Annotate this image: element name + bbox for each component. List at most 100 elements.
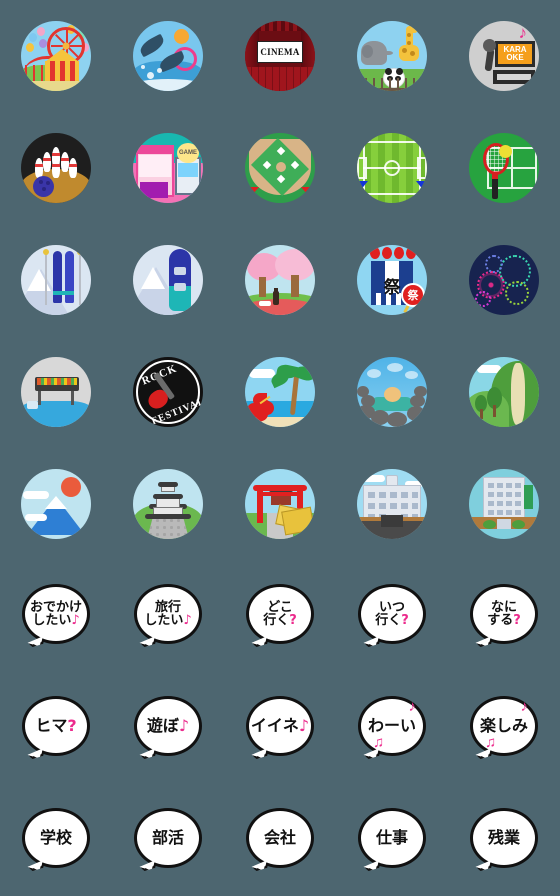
baseball-disc [245, 133, 315, 203]
sticker-cell[interactable] [224, 448, 336, 560]
karaoke-icon[interactable]: ♪ KARA OKE [469, 21, 539, 91]
ski-icon[interactable] [21, 245, 91, 315]
tennis-court-icon[interactable] [469, 133, 539, 203]
sticker-cell[interactable]: 遊ぼ♪ [112, 672, 224, 784]
bubble-body: ヒマ? [22, 696, 90, 756]
zoo-icon[interactable] [357, 21, 427, 91]
bubble-nani-suru[interactable]: なに する? [469, 581, 539, 651]
sticker-cell[interactable]: 学校 [0, 784, 112, 896]
sticker-cell[interactable] [448, 336, 560, 448]
sticker-cell[interactable]: GAME [112, 112, 224, 224]
matsuri-festival-icon[interactable]: 祭 祭 [357, 245, 427, 315]
bubble-gakkou[interactable]: 学校 [21, 805, 91, 875]
sticker-cell[interactable] [224, 336, 336, 448]
sticker-cell[interactable]: CINEMA [224, 0, 336, 112]
bbq-icon[interactable] [21, 357, 91, 427]
sticker-cell[interactable] [448, 112, 560, 224]
sticker-cell[interactable] [112, 448, 224, 560]
sticker-cell[interactable] [336, 448, 448, 560]
sticker-cell[interactable]: 会社 [224, 784, 336, 896]
sticker-cell[interactable]: 仕事 [336, 784, 448, 896]
sticker-cell[interactable]: 楽しみ ♪ ♫ [448, 672, 560, 784]
sticker-cell[interactable] [336, 112, 448, 224]
soccer-field-icon[interactable] [357, 133, 427, 203]
bubble-odekake-shitai[interactable]: おでかけ したい♪ [21, 581, 91, 651]
sticker-cell[interactable]: 旅行 したい♪ [112, 560, 224, 672]
sticker-cell[interactable]: ROCK FESTIVAL [112, 336, 224, 448]
music-note-icon: ♪ [520, 698, 529, 715]
amusement-park-icon[interactable] [21, 21, 91, 91]
sticker-cell[interactable] [0, 336, 112, 448]
sticker-cell[interactable]: イイネ♪ [224, 672, 336, 784]
arcade-disc: GAME [133, 133, 203, 203]
snowboard-icon[interactable] [133, 245, 203, 315]
bubble-line-1: 部活 [151, 827, 184, 847]
sticker-cell[interactable] [448, 448, 560, 560]
fireworks-icon[interactable] [469, 245, 539, 315]
arcade-sign-text: GAME [179, 150, 197, 156]
bowling-icon[interactable] [21, 133, 91, 203]
sticker-cell[interactable]: おでかけ したい♪ [0, 560, 112, 672]
hanami-cherry-blossom-icon[interactable] [245, 245, 315, 315]
sticker-cell[interactable] [112, 224, 224, 336]
office-building-icon[interactable] [469, 469, 539, 539]
mount-fuji-icon[interactable] [21, 469, 91, 539]
bubble-line-1: 楽しみ [479, 715, 528, 735]
sticker-cell[interactable] [0, 448, 112, 560]
bubble-suffix: ? [513, 613, 521, 628]
sticker-cell[interactable]: わーい ♪ ♫ [336, 672, 448, 784]
aquarium-dolphins-icon[interactable] [133, 21, 203, 91]
baseball-field-icon[interactable] [245, 133, 315, 203]
tropical-beach-icon[interactable] [245, 357, 315, 427]
shrine-torii-icon[interactable] [245, 469, 315, 539]
bubble-line-2: したい [144, 613, 184, 628]
rock-festival-icon[interactable]: ROCK FESTIVAL [133, 357, 203, 427]
sticker-cell[interactable]: 部活 [112, 784, 224, 896]
sticker-cell[interactable] [336, 336, 448, 448]
beach-disc [245, 357, 315, 427]
sticker-cell[interactable]: いつ 行く? [336, 560, 448, 672]
bubble-tanoshimi[interactable]: 楽しみ ♪ ♫ [469, 693, 539, 763]
matsuri-coat-kanji: 祭 [383, 278, 401, 298]
sticker-cell[interactable]: ヒマ? [0, 672, 112, 784]
sticker-cell[interactable]: 残業 [448, 784, 560, 896]
castle-icon[interactable] [133, 469, 203, 539]
sticker-cell[interactable]: どこ 行く? [224, 560, 336, 672]
bubble-itsu-iku[interactable]: いつ 行く? [357, 581, 427, 651]
bubble-body: 会社 [246, 808, 314, 868]
sticker-cell[interactable] [0, 0, 112, 112]
sticker-cell[interactable] [0, 224, 112, 336]
aquarium-disc [133, 21, 203, 91]
fireworks-disc [469, 245, 539, 315]
snowboard-disc [133, 245, 203, 315]
bubble-iine[interactable]: イイネ♪ [245, 693, 315, 763]
bubble-kaisha[interactable]: 会社 [245, 805, 315, 875]
sticker-cell[interactable]: なに する? [448, 560, 560, 672]
cinema-screen-text: CINEMA [260, 47, 300, 57]
game-arcade-icon[interactable]: GAME [133, 133, 203, 203]
onsen-hot-spring-icon[interactable] [357, 357, 427, 427]
sticker-cell[interactable] [224, 112, 336, 224]
cinema-icon[interactable]: CINEMA [245, 21, 315, 91]
bubble-waai[interactable]: わーい ♪ ♫ [357, 693, 427, 763]
karaoke-disc: ♪ KARA OKE [469, 21, 539, 91]
bubble-zangyou[interactable]: 残業 [469, 805, 539, 875]
bubble-ryokou-shitai[interactable]: 旅行 したい♪ [133, 581, 203, 651]
sticker-cell[interactable]: 祭 祭 [336, 224, 448, 336]
sticker-cell[interactable] [112, 0, 224, 112]
bubble-asobo[interactable]: 遊ぼ♪ [133, 693, 203, 763]
sticker-cell[interactable] [448, 224, 560, 336]
bubble-hima[interactable]: ヒマ? [21, 693, 91, 763]
bubble-body: イイネ♪ [246, 696, 314, 756]
sticker-cell[interactable] [0, 112, 112, 224]
bubble-shigoto[interactable]: 仕事 [357, 805, 427, 875]
bubble-doko-iku[interactable]: どこ 行く? [245, 581, 315, 651]
sticker-cell[interactable] [336, 0, 448, 112]
sticker-cell[interactable]: ♪ KARA OKE [448, 0, 560, 112]
sticker-cell[interactable] [224, 224, 336, 336]
bubble-bukatsu[interactable]: 部活 [133, 805, 203, 875]
ski-disc [21, 245, 91, 315]
school-building-icon[interactable] [357, 469, 427, 539]
hiking-nature-icon[interactable] [469, 357, 539, 427]
soccer-disc [357, 133, 427, 203]
